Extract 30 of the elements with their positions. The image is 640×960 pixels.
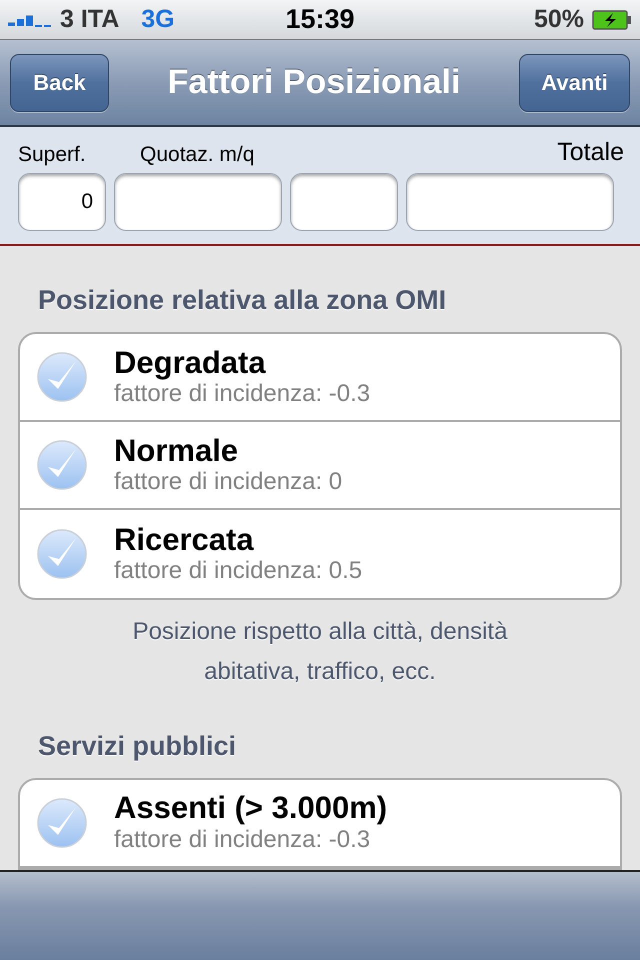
checkmark-icon[interactable] (36, 350, 88, 403)
section-footer: Posizione rispetto alla città, densità abitativa, traffico, ecc. (18, 600, 622, 692)
input-field[interactable] (114, 173, 282, 231)
screen-title: Fattori Posizionali (168, 63, 460, 102)
option-detail: fattore di incidenza: -0.3 (114, 826, 372, 855)
checkmark-icon[interactable] (36, 796, 88, 848)
option-detail: fattore di incidenza: 0 (114, 468, 342, 497)
option-detail: fattore di incidenza: 0.5 (114, 557, 362, 586)
network-type: 3G (141, 5, 175, 34)
back-button[interactable]: Back (10, 54, 109, 112)
option-detail: fattore di incidenza: -0.3 (114, 380, 370, 409)
input-field[interactable]: 0 (18, 173, 106, 231)
option-label: Ricercata (114, 522, 255, 558)
input-field[interactable] (290, 173, 398, 231)
status-time: 15:39 (285, 4, 355, 35)
option-label: Assenti (> 3.000m) (114, 790, 388, 826)
next-button[interactable]: Avanti (519, 54, 630, 112)
battery-percent: 50% (534, 5, 584, 34)
section-title: Posizione relativa alla zona OMI (38, 284, 446, 317)
price-label: Quotaz. m/q (140, 143, 254, 167)
option-label: Degradata (114, 344, 267, 380)
checkmark-icon[interactable] (36, 528, 88, 580)
checkmark-icon[interactable] (36, 438, 88, 491)
total-label: Totale (557, 138, 624, 167)
carrier-name: 3 ITA (60, 5, 120, 34)
battery-icon (592, 10, 632, 30)
section-title: Servizi pubblici (38, 730, 236, 763)
area-label: Superf. (18, 143, 87, 167)
option-label: Normale (114, 432, 240, 468)
input-field[interactable] (406, 173, 614, 231)
